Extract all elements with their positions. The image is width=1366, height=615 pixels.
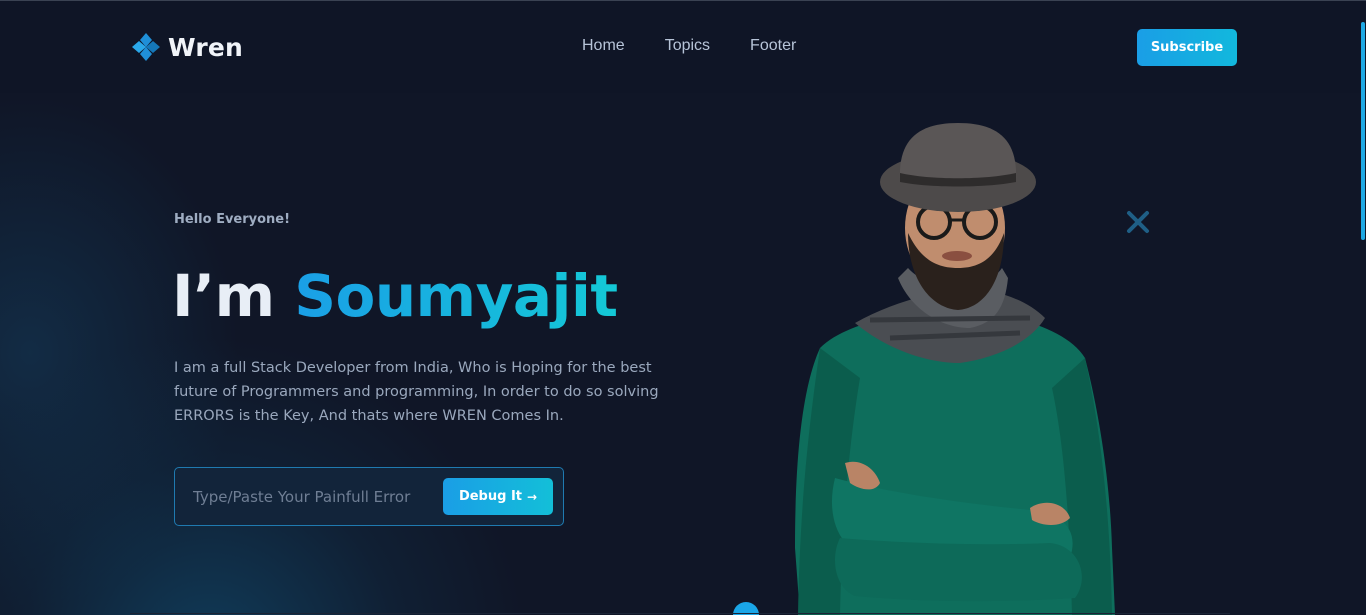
headline-name: Soumyajit — [294, 262, 618, 330]
hero-headline: I’m Soumyajit — [172, 256, 618, 336]
error-search-form: Debug It → — [174, 467, 564, 526]
close-icon[interactable] — [1124, 208, 1152, 236]
error-search-input[interactable] — [193, 482, 443, 512]
nav-item-home[interactable]: Home — [582, 37, 625, 55]
brand-logo[interactable]: Wren — [130, 32, 243, 62]
person-portrait — [795, 123, 1115, 615]
nav-item-footer[interactable]: Footer — [750, 37, 796, 55]
scrollbar[interactable] — [1361, 22, 1365, 240]
brand-name: Wren — [168, 32, 244, 62]
section-divider — [130, 613, 1230, 614]
pinwheel-icon — [132, 33, 160, 61]
headline-prefix: I’m — [172, 262, 275, 330]
hero-section — [0, 93, 1366, 615]
subscribe-button[interactable]: Subscribe — [1137, 29, 1237, 66]
greeting-text: Hello Everyone! — [174, 212, 291, 227]
debug-button-label: Debug It — [458, 489, 522, 504]
main-nav: Home Topics Footer — [582, 37, 836, 55]
debug-it-button[interactable]: Debug It → — [443, 478, 553, 515]
nav-item-topics[interactable]: Topics — [665, 37, 710, 55]
arrow-right-icon: → — [527, 489, 538, 504]
hero-description: I am a full Stack Developer from India, … — [174, 360, 659, 424]
